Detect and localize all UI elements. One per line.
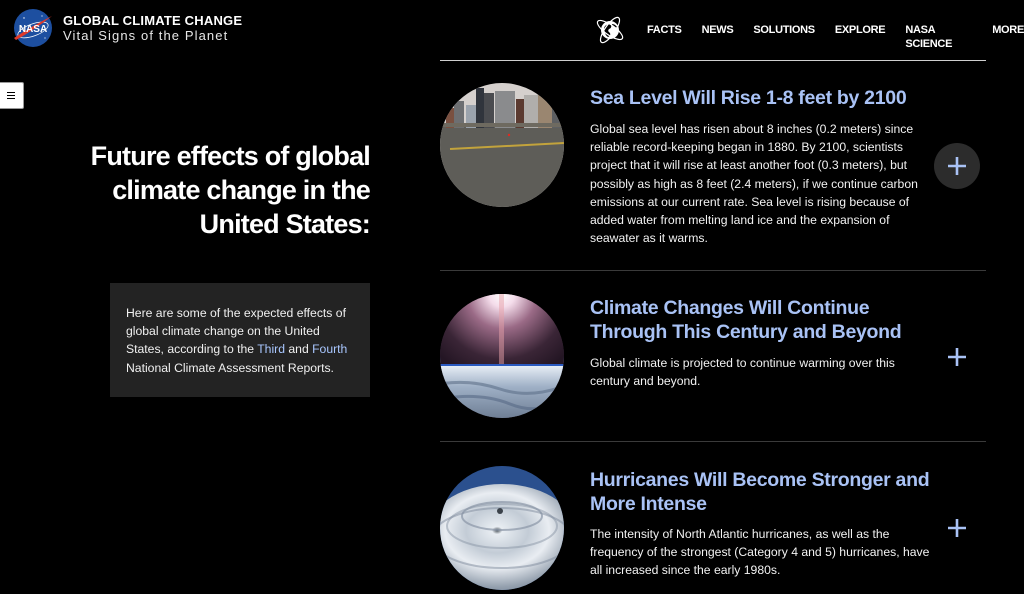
nasa-logo[interactable]: NASA bbox=[12, 8, 54, 48]
effect-title[interactable]: Sea Level Will Rise 1-8 feet by 2100 bbox=[590, 87, 930, 111]
effect-item-sea-level: Sea Level Will Rise 1-8 feet by 2100 Glo… bbox=[440, 83, 986, 263]
effect-divider bbox=[440, 270, 986, 271]
sidebar-toggle-button[interactable] bbox=[0, 82, 24, 109]
plus-icon bbox=[948, 519, 966, 537]
nav-more[interactable]: MORE bbox=[992, 23, 1024, 51]
intro-box: Here are some of the expected effects of… bbox=[110, 283, 370, 397]
expand-button[interactable] bbox=[934, 143, 980, 189]
page-title: Future effects of global climate change … bbox=[90, 141, 371, 239]
plus-icon bbox=[948, 157, 966, 175]
nav-solutions[interactable]: SOLUTIONS bbox=[753, 23, 815, 51]
hamburger-menu-icon bbox=[7, 94, 15, 97]
effect-title[interactable]: Climate Changes Will Continue Through Th… bbox=[590, 297, 930, 344]
expand-button[interactable] bbox=[934, 505, 980, 551]
sea-level-image bbox=[440, 83, 564, 207]
nav-news[interactable]: NEWS bbox=[702, 23, 734, 51]
fourth-report-link[interactable]: Fourth bbox=[312, 342, 347, 356]
nav-facts[interactable]: FACTS bbox=[647, 23, 682, 51]
site-brand[interactable]: GLOBAL CLIMATE CHANGE Vital Signs of the… bbox=[63, 13, 242, 44]
globe-orbit-icon[interactable] bbox=[593, 13, 627, 47]
intro-text-3: National Climate Assessment Reports. bbox=[126, 360, 334, 375]
earth-space-image bbox=[440, 294, 564, 418]
effect-description: Global climate is projected to continue … bbox=[590, 356, 895, 389]
header-divider bbox=[440, 60, 986, 61]
nav-explore[interactable]: EXPLORE bbox=[835, 23, 886, 51]
effect-description: The intensity of North Atlantic hurrican… bbox=[590, 527, 930, 578]
effect-description: Global sea level has risen about 8 inche… bbox=[590, 122, 918, 246]
plus-icon bbox=[948, 348, 966, 366]
effect-item-hurricanes: Hurricanes Will Become Stronger and More… bbox=[440, 466, 986, 594]
effect-divider bbox=[440, 441, 986, 442]
main-nav: FACTS NEWS SOLUTIONS EXPLORE NASA SCIENC… bbox=[647, 23, 1024, 51]
effect-title[interactable]: Hurricanes Will Become Stronger and More… bbox=[590, 469, 930, 516]
hurricane-image bbox=[440, 466, 564, 590]
effect-item-climate-continue: Climate Changes Will Continue Through Th… bbox=[440, 294, 986, 434]
third-report-link[interactable]: Third bbox=[257, 342, 285, 356]
site-title[interactable]: GLOBAL CLIMATE CHANGE bbox=[63, 13, 242, 28]
intro-text-2: and bbox=[285, 342, 313, 357]
site-subtitle: Vital Signs of the Planet bbox=[63, 28, 229, 43]
expand-button[interactable] bbox=[934, 334, 980, 380]
nav-nasa-science[interactable]: NASA SCIENCE bbox=[905, 23, 972, 51]
svg-text:NASA: NASA bbox=[19, 24, 47, 35]
